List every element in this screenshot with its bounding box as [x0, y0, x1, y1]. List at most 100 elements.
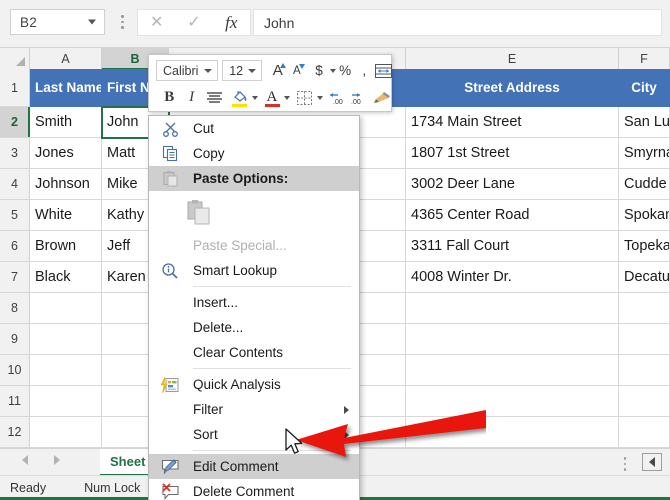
name-box[interactable]: B2: [10, 9, 105, 35]
formula-input[interactable]: John: [253, 9, 662, 36]
menu-item-filter[interactable]: Filter: [149, 397, 359, 422]
cell-a10[interactable]: [30, 355, 102, 386]
row-header-5[interactable]: 5: [0, 200, 30, 231]
previous-sheet-icon[interactable]: [22, 455, 28, 465]
increase-decimal-icon[interactable]: .00: [326, 86, 348, 110]
insert-function-icon[interactable]: fx: [215, 14, 247, 31]
cell-a3[interactable]: Jones: [30, 138, 102, 169]
cell-e8[interactable]: [406, 293, 619, 324]
cell-f9[interactable]: [619, 324, 670, 355]
cancel-icon[interactable]: ✕: [141, 14, 173, 31]
bold-icon[interactable]: B: [158, 86, 180, 110]
cell-f8[interactable]: [619, 293, 670, 324]
menu-item-insert[interactable]: Insert...: [149, 290, 359, 315]
cell-e2[interactable]: 1734 Main Street: [406, 107, 619, 138]
cell-a8[interactable]: [30, 293, 102, 324]
font-color-icon[interactable]: A: [261, 86, 283, 110]
row-header-11[interactable]: 11: [0, 386, 30, 417]
merge-cells-icon[interactable]: [374, 59, 393, 83]
fill-color-icon[interactable]: [228, 86, 250, 110]
cell-a4[interactable]: Johnson: [30, 169, 102, 200]
chevron-down-icon[interactable]: [284, 95, 291, 100]
decrease-decimal-icon[interactable]: .00: [348, 86, 370, 110]
cell-f12[interactable]: [619, 417, 670, 448]
percent-format-icon[interactable]: %: [336, 59, 355, 83]
cell-e9[interactable]: [406, 324, 619, 355]
cell-a9[interactable]: [30, 324, 102, 355]
menu-item-sort[interactable]: Sort: [149, 422, 359, 447]
cell-f1[interactable]: City: [619, 69, 670, 107]
cell-f2[interactable]: San Lu: [619, 107, 670, 138]
menu-item-copy[interactable]: Copy: [149, 141, 359, 166]
row-header-6[interactable]: 6: [0, 231, 30, 262]
italic-icon[interactable]: I: [180, 86, 202, 110]
row-header-2[interactable]: 2: [0, 107, 30, 138]
paste-options-gallery[interactable]: [149, 191, 359, 233]
select-all-button[interactable]: [0, 48, 30, 69]
decrease-font-size-icon[interactable]: A: [287, 59, 306, 83]
cell-e1[interactable]: Street Address: [406, 69, 619, 107]
cell-f4[interactable]: Cudde: [619, 169, 670, 200]
increase-font-size-icon[interactable]: A: [268, 59, 287, 83]
cell-e12[interactable]: [406, 417, 619, 448]
chevron-down-icon[interactable]: [251, 95, 258, 100]
svg-text:.00: .00: [333, 99, 343, 105]
edit-comment-glyph: [161, 459, 179, 475]
cell-a12[interactable]: [30, 417, 102, 448]
font-size-combo[interactable]: 12: [222, 60, 263, 81]
format-painter-icon[interactable]: [371, 86, 393, 110]
row-header-1[interactable]: 1: [0, 69, 30, 107]
delete-comment-glyph: [161, 483, 179, 500]
cell-a2[interactable]: Smith: [30, 107, 102, 138]
row-header-10[interactable]: 10: [0, 355, 30, 386]
cell-e4[interactable]: 3002 Deer Lane: [406, 169, 619, 200]
menu-item-quick-analysis[interactable]: Quick Analysis: [149, 372, 359, 397]
menu-item-clear-contents[interactable]: Clear Contents: [149, 340, 359, 365]
row-header-8[interactable]: 8: [0, 293, 30, 324]
cell-a11[interactable]: [30, 386, 102, 417]
cell-e3[interactable]: 1807 1st Street: [406, 138, 619, 169]
row-header-7[interactable]: 7: [0, 262, 30, 293]
column-header-e[interactable]: E: [406, 48, 619, 69]
cell-a5[interactable]: White: [30, 200, 102, 231]
cell-f3[interactable]: Smyrna: [619, 138, 670, 169]
font-name-combo[interactable]: Calibri: [156, 60, 219, 81]
next-sheet-icon[interactable]: [54, 455, 60, 465]
menu-item-smart-lookup[interactable]: Smart Lookup: [149, 258, 359, 283]
chevron-down-icon[interactable]: [316, 95, 323, 100]
cell-e10[interactable]: [406, 355, 619, 386]
comma-format-icon[interactable]: ,: [355, 59, 374, 83]
row-header-12[interactable]: 12: [0, 417, 30, 448]
formula-bar-grip: [121, 15, 124, 32]
cell-e7[interactable]: 4008 Winter Dr.: [406, 262, 619, 293]
cell-f10[interactable]: [619, 355, 670, 386]
menu-item-delete-comment[interactable]: Delete Comment: [149, 479, 359, 500]
cell-e5[interactable]: 4365 Center Road: [406, 200, 619, 231]
menu-item-edit-comment[interactable]: Edit Comment: [149, 454, 359, 479]
cell-e6[interactable]: 3311 Fall Court: [406, 231, 619, 262]
cell-a7[interactable]: Black: [30, 262, 102, 293]
column-header-a[interactable]: A: [30, 48, 102, 69]
cell-f6[interactable]: Topeka: [619, 231, 670, 262]
chevron-down-icon[interactable]: [88, 19, 96, 25]
cell-f7[interactable]: Decatu: [619, 262, 670, 293]
center-align-icon[interactable]: [203, 86, 225, 110]
currency-format-icon[interactable]: $: [309, 59, 328, 83]
menu-item-cut[interactable]: Cut: [149, 116, 359, 141]
row-header-4[interactable]: 4: [0, 169, 30, 200]
row-header-3[interactable]: 3: [0, 138, 30, 169]
cell-e11[interactable]: [406, 386, 619, 417]
column-header-f[interactable]: F: [619, 48, 670, 69]
row-header-9[interactable]: 9: [0, 324, 30, 355]
confirm-icon[interactable]: ✓: [178, 14, 210, 31]
cell-a6[interactable]: Brown: [30, 231, 102, 262]
scroll-left-button[interactable]: [642, 453, 662, 471]
cell-f11[interactable]: [619, 386, 670, 417]
paste-clipboard-icon[interactable]: [185, 197, 213, 227]
cell-a1[interactable]: Last Name: [30, 69, 102, 107]
borders-icon[interactable]: [293, 86, 315, 110]
horizontal-scrollbar-grip[interactable]: [623, 457, 626, 474]
menu-item-delete[interactable]: Delete...: [149, 315, 359, 340]
svg-text:.00: .00: [351, 99, 361, 105]
cell-f5[interactable]: Spokan: [619, 200, 670, 231]
